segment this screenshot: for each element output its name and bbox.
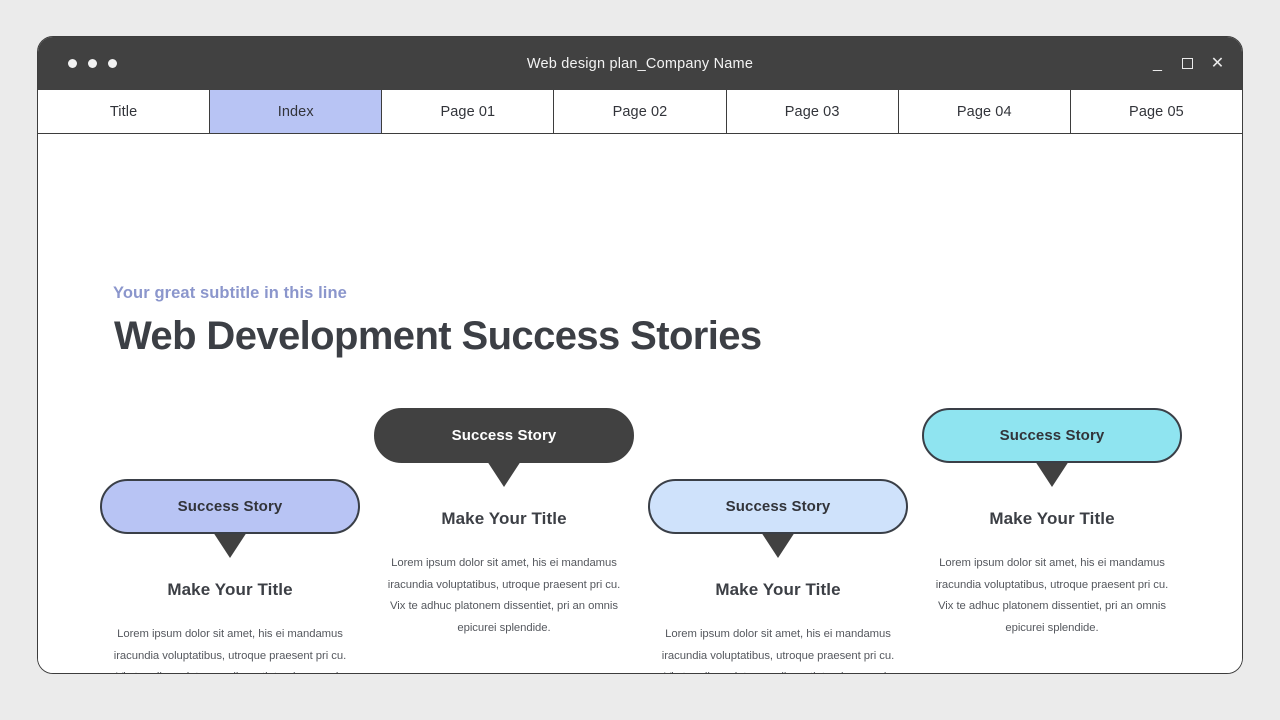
tab-page-04[interactable]: Page 04 bbox=[898, 90, 1071, 133]
tab-page-02[interactable]: Page 02 bbox=[554, 90, 727, 133]
app-window: Web design plan_Company Name _ ✕ Title I… bbox=[37, 36, 1243, 674]
tab-index[interactable]: Index bbox=[210, 90, 383, 133]
pointer-triangle-icon bbox=[487, 461, 521, 487]
tab-label: Page 05 bbox=[1129, 103, 1184, 120]
traffic-light-dot-3[interactable] bbox=[108, 59, 117, 68]
traffic-lights[interactable] bbox=[68, 59, 117, 68]
card-badge-label: Success Story bbox=[451, 427, 557, 444]
card-badge-label: Success Story bbox=[999, 427, 1105, 444]
card-title: Make Your Title bbox=[167, 580, 293, 599]
success-story-card[interactable]: Success Story Make Your Title Lorem ipsu… bbox=[99, 479, 361, 673]
card-body: Lorem ipsum dolor sit amet, his ei manda… bbox=[113, 628, 347, 673]
title-bar: Web design plan_Company Name _ ✕ bbox=[38, 37, 1242, 90]
card-badge-label: Success Story bbox=[177, 498, 283, 515]
success-story-cards: Success Story Make Your Title Lorem ipsu… bbox=[38, 134, 1242, 673]
pointer-triangle-icon bbox=[213, 532, 247, 558]
badge-wrap: Success Story bbox=[374, 408, 634, 487]
card-badge[interactable]: Success Story bbox=[100, 479, 360, 534]
card-badge[interactable]: Success Story bbox=[374, 408, 634, 463]
badge-wrap: Success Story bbox=[648, 479, 908, 558]
traffic-light-dot-2[interactable] bbox=[88, 59, 97, 68]
tab-strip: Title Index Page 01 Page 02 Page 03 Page… bbox=[38, 90, 1242, 134]
slide-canvas: Your great subtitle in this line Web Dev… bbox=[38, 134, 1242, 673]
card-title: Make Your Title bbox=[441, 509, 567, 528]
maximize-icon[interactable] bbox=[1179, 55, 1196, 72]
card-title: Make Your Title bbox=[715, 580, 841, 599]
minimize-icon[interactable]: _ bbox=[1149, 55, 1166, 72]
success-story-card[interactable]: Success Story Make Your Title Lorem ipsu… bbox=[647, 479, 909, 673]
tab-page-03[interactable]: Page 03 bbox=[726, 90, 899, 133]
pointer-triangle-icon bbox=[1035, 461, 1069, 487]
tab-label: Title bbox=[109, 103, 138, 120]
badge-wrap: Success Story bbox=[100, 479, 360, 558]
tab-label: Index bbox=[277, 103, 314, 120]
card-badge-label: Success Story bbox=[725, 498, 831, 515]
traffic-light-dot-1[interactable] bbox=[68, 59, 77, 68]
card-title: Make Your Title bbox=[989, 509, 1115, 528]
tab-page-01[interactable]: Page 01 bbox=[382, 90, 555, 133]
pointer-triangle-icon bbox=[761, 532, 795, 558]
window-title: Web design plan_Company Name bbox=[526, 55, 754, 72]
tab-label: Page 03 bbox=[784, 103, 840, 120]
card-body: Lorem ipsum dolor sit amet, his ei manda… bbox=[387, 557, 621, 634]
tab-page-05[interactable]: Page 05 bbox=[1070, 90, 1242, 133]
close-icon[interactable]: ✕ bbox=[1209, 55, 1226, 72]
tab-label: Page 01 bbox=[440, 103, 496, 120]
badge-wrap: Success Story bbox=[922, 408, 1182, 487]
success-story-card[interactable]: Success Story Make Your Title Lorem ipsu… bbox=[373, 408, 635, 639]
card-body: Lorem ipsum dolor sit amet, his ei manda… bbox=[661, 628, 895, 673]
card-badge[interactable]: Success Story bbox=[648, 479, 908, 534]
card-badge[interactable]: Success Story bbox=[922, 408, 1182, 463]
window-controls[interactable]: _ ✕ bbox=[1149, 55, 1226, 72]
tab-title[interactable]: Title bbox=[38, 90, 211, 133]
card-body: Lorem ipsum dolor sit amet, his ei manda… bbox=[935, 557, 1169, 634]
success-story-card[interactable]: Success Story Make Your Title Lorem ipsu… bbox=[921, 408, 1183, 639]
tab-label: Page 04 bbox=[956, 103, 1012, 120]
tab-label: Page 02 bbox=[612, 103, 668, 120]
